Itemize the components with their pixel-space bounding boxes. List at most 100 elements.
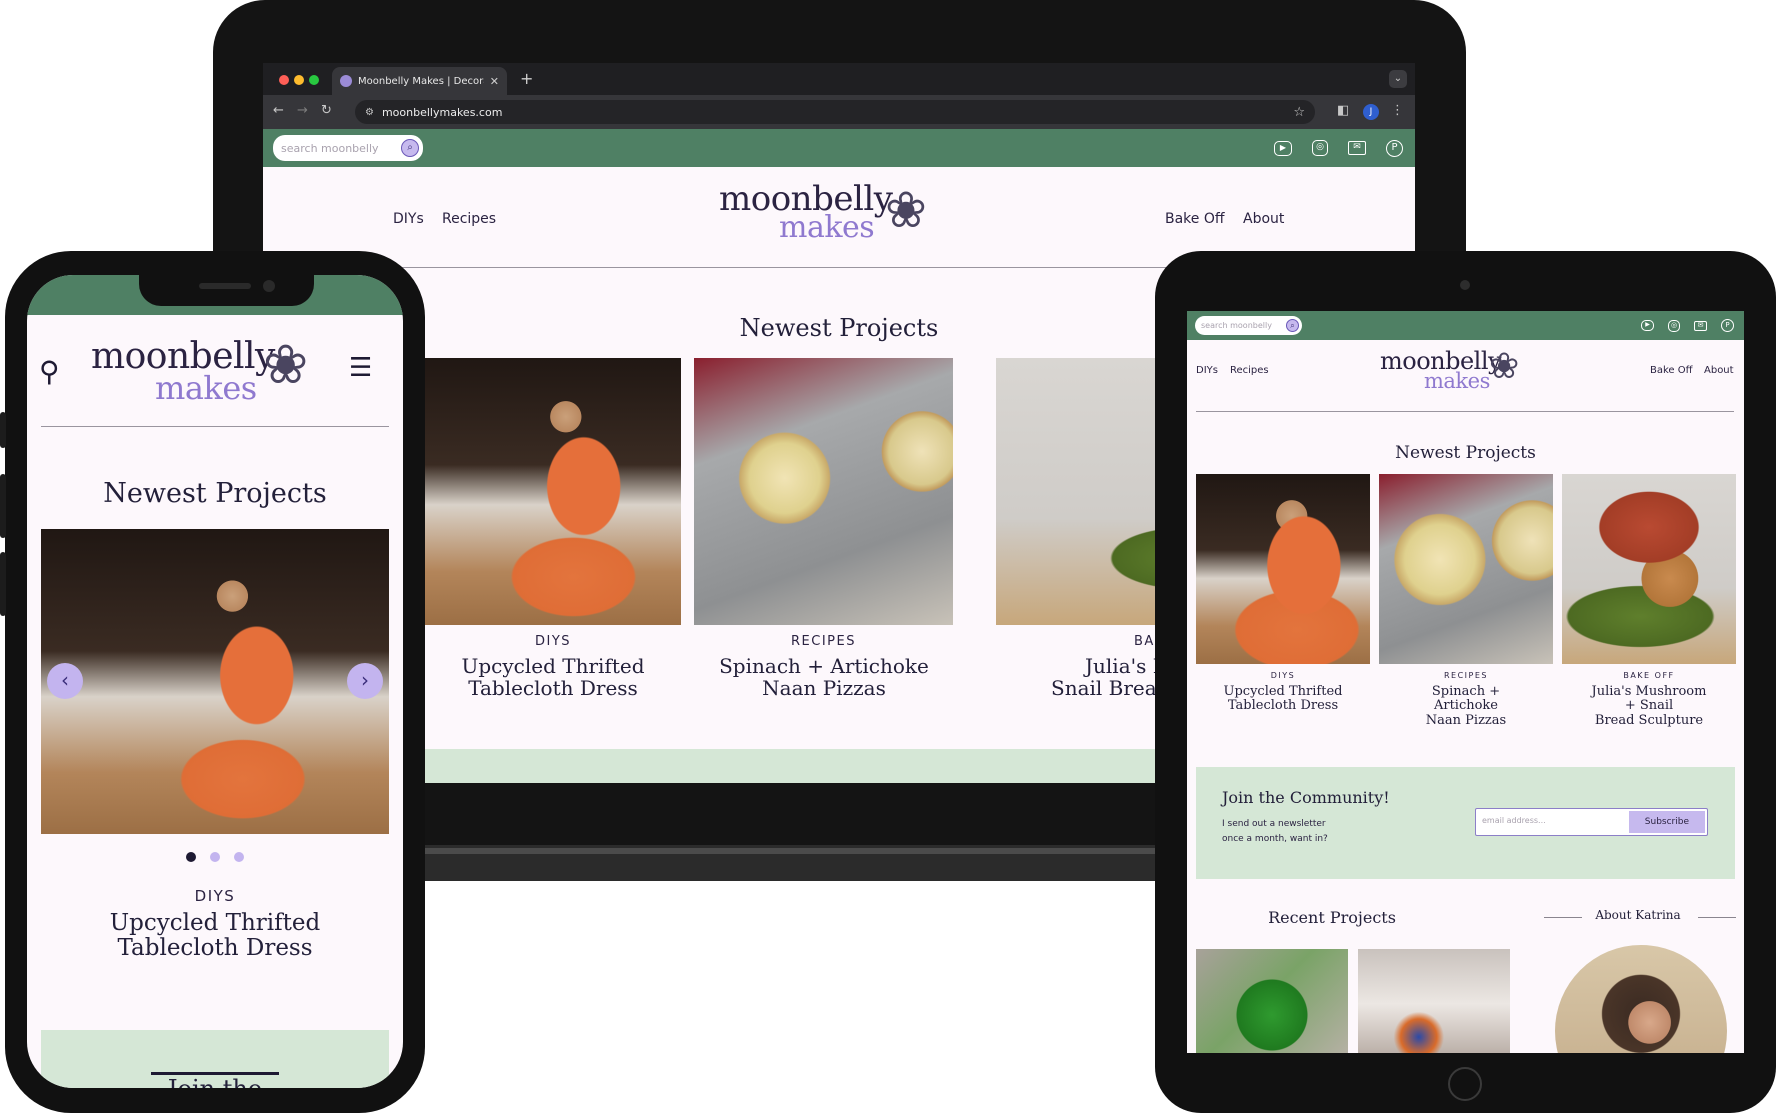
search-placeholder: search moonbelly [1201, 321, 1272, 330]
browser-tab-strip: Moonbelly Makes | Decorate ✕ + ⌄ [263, 63, 1415, 95]
phone-screen: ⚲ moonbelly makes ❀ ☰ Newest Projects ‹ … [27, 275, 403, 1088]
youtube-icon[interactable]: ▶ [1641, 320, 1654, 331]
project-title-dress[interactable]: Upcycled Thrifted Tablecloth Dress [27, 910, 403, 962]
instagram-icon[interactable]: ◎ [1312, 140, 1328, 156]
carousel-dot-3[interactable] [234, 852, 244, 862]
join-title-fragment: Join the [27, 1075, 403, 1088]
back-icon[interactable]: ← [273, 103, 284, 118]
zoom-window-button[interactable] [309, 75, 319, 85]
search-box[interactable]: search moonbelly ⌕ [273, 135, 423, 161]
newest-projects-title: Newest Projects [1395, 443, 1536, 463]
profile-avatar[interactable]: J [1363, 104, 1379, 120]
browser-tab[interactable]: Moonbelly Makes | Decorate ✕ [332, 67, 507, 95]
project-title-pizza[interactable]: Spinach + Artichoke Naan Pizzas [1379, 684, 1553, 728]
about-katrina-heading: About Katrina [1595, 908, 1681, 922]
minimize-window-button[interactable] [294, 75, 304, 85]
carousel-next-button[interactable]: › [347, 663, 383, 699]
project-title-dress[interactable]: Upcycled Thrifted Tablecloth Dress [413, 655, 693, 699]
bellflower-logo-icon: ❀ [263, 333, 309, 396]
pinterest-icon[interactable]: P [1386, 139, 1403, 157]
forward-icon[interactable]: → [297, 103, 308, 118]
phone-volume-up-button [0, 474, 6, 538]
carousel-photo-dress[interactable] [41, 529, 389, 834]
project-photo-mushroom[interactable] [1562, 474, 1736, 664]
tab-title: Moonbelly Makes | Decorate [358, 75, 484, 87]
instagram-icon[interactable]: ◎ [1668, 319, 1680, 332]
site-info-icon[interactable]: ⚙ [365, 107, 374, 118]
subscribe-button[interactable]: Subscribe [1628, 811, 1705, 833]
project-category-bake-off[interactable]: BAKE OFF [1562, 671, 1736, 680]
nav-about[interactable]: About [1704, 365, 1734, 376]
project-title-dress[interactable]: Upcycled Thrifted Tablecloth Dress [1196, 684, 1370, 714]
search-box[interactable]: search moonbelly ⌕ [1195, 316, 1302, 335]
project-title-pizza[interactable]: Spinach + Artichoke Naan Pizzas [684, 655, 964, 699]
nav-recipes[interactable]: Recipes [1230, 365, 1269, 376]
project-category-recipes[interactable]: RECIPES [694, 634, 953, 649]
youtube-icon[interactable]: ▶ [1274, 140, 1292, 156]
hamburger-menu-icon[interactable]: ☰ [349, 353, 372, 383]
chrome-menu-icon[interactable]: ⋮ [1391, 103, 1404, 118]
close-tab-icon[interactable]: ✕ [490, 75, 499, 88]
nav-bake-off[interactable]: Bake Off [1650, 365, 1693, 376]
nav-diys[interactable]: DIYs [393, 211, 424, 227]
phone-mute-button [0, 412, 6, 448]
address-bar[interactable]: ⚙ moonbellymakes.com ☆ [355, 100, 1315, 124]
mail-icon[interactable]: ✉ [1348, 141, 1366, 155]
project-category-diys[interactable]: DIYS [27, 887, 403, 905]
side-panel-icon[interactable]: ◧ [1337, 103, 1349, 118]
carousel-dot-1[interactable] [186, 852, 196, 862]
tab-search-chevron-icon[interactable]: ⌄ [1389, 70, 1407, 88]
reload-icon[interactable]: ↻ [321, 103, 332, 118]
project-photo-dress[interactable] [425, 358, 681, 625]
search-placeholder: search moonbelly [281, 141, 379, 155]
project-photo-pizza[interactable] [1379, 474, 1553, 664]
join-community-section: Join the Community! I send out a newslet… [1196, 767, 1735, 879]
pinterest-icon[interactable]: P [1721, 319, 1734, 332]
site-logo[interactable]: moonbelly makes [1380, 349, 1502, 392]
email-input[interactable]: email address... [1476, 809, 1627, 835]
social-links: ▶ ◎ ✉ P [1641, 319, 1736, 332]
search-icon[interactable]: ⌕ [401, 139, 419, 157]
phone-volume-down-button [0, 552, 6, 616]
header-divider [41, 426, 389, 427]
address-url: moonbellymakes.com [381, 105, 503, 119]
nav-bake-off[interactable]: Bake Off [1165, 211, 1225, 227]
carousel-dot-2[interactable] [210, 852, 220, 862]
browser-toolbar: ← → ↻ ⚙ moonbellymakes.com ☆ ◧ J ⋮ [263, 95, 1415, 129]
site-topbar: search moonbelly ⌕ ▶ ◎ ✉ P [263, 129, 1415, 167]
bookmark-star-icon[interactable]: ☆ [1293, 105, 1305, 120]
email-signup-form: email address... Subscribe [1475, 808, 1708, 836]
project-photo-dress[interactable] [1196, 474, 1370, 664]
nav-diys[interactable]: DIYs [1196, 365, 1218, 376]
tablet-camera [1460, 280, 1470, 290]
nav-recipes[interactable]: Recipes [442, 211, 496, 227]
project-category-recipes[interactable]: RECIPES [1379, 671, 1553, 680]
search-icon[interactable]: ⌕ [1286, 319, 1299, 332]
search-icon[interactable]: ⚲ [39, 355, 60, 388]
bellflower-logo-icon: ❀ [1489, 346, 1520, 387]
tablet-home-button[interactable] [1448, 1067, 1482, 1101]
join-text: I send out a newsletter once a month, wa… [1222, 819, 1328, 844]
recent-photo-bouquet[interactable] [1358, 949, 1510, 1053]
new-tab-icon[interactable]: + [520, 69, 533, 88]
project-category-diys[interactable]: DIYS [425, 634, 681, 649]
about-line-left [1544, 917, 1582, 918]
nav-about[interactable]: About [1243, 211, 1284, 227]
site-topbar: search moonbelly ⌕ ▶ ◎ ✉ P [1187, 311, 1744, 340]
project-title-mushroom[interactable]: Julia's Mushroom + Snail Bread Sculpture [1562, 684, 1736, 728]
site-logo[interactable]: moonbelly makes [719, 182, 893, 243]
social-links: ▶ ◎ ✉ P [1274, 139, 1405, 157]
mail-icon[interactable]: ✉ [1694, 320, 1707, 331]
project-photo-pizza[interactable] [694, 358, 953, 625]
phone-notch [139, 275, 314, 306]
recent-photo-mosaic[interactable] [1196, 949, 1348, 1053]
carousel-prev-button[interactable]: ‹ [47, 663, 83, 699]
tablet-screen: search moonbelly ⌕ ▶ ◎ ✉ P DIYs Recipes … [1187, 311, 1744, 1053]
bellflower-logo-icon: ❀ [885, 181, 927, 239]
katrina-portrait [1555, 945, 1727, 1053]
project-category-diys[interactable]: DIYS [1196, 671, 1370, 680]
header-divider [1196, 411, 1734, 412]
site-logo[interactable]: moonbelly makes [91, 339, 275, 405]
close-window-button[interactable] [279, 75, 289, 85]
favicon-icon [340, 75, 352, 87]
